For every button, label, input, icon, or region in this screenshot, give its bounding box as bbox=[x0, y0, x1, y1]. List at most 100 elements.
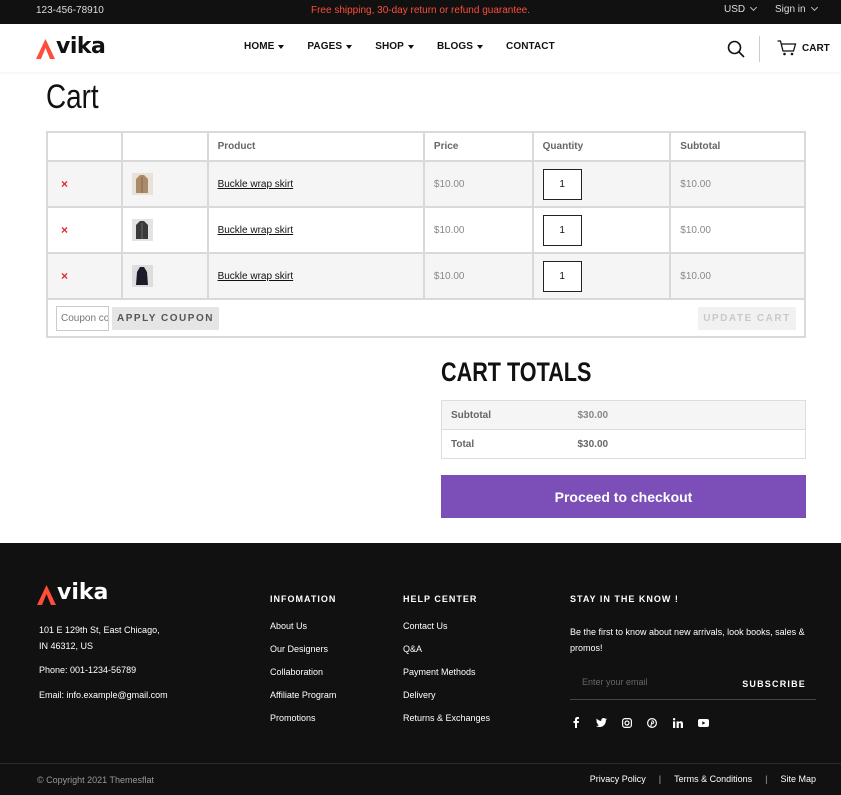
cart-link[interactable]: CART bbox=[777, 40, 830, 56]
dress-icon bbox=[136, 267, 149, 285]
product-link[interactable]: Buckle wrap skirt bbox=[218, 179, 294, 190]
footer-link-affiliate[interactable]: Affiliate Program bbox=[270, 690, 336, 713]
footer-link-delivery[interactable]: Delivery bbox=[403, 690, 490, 713]
footer-address: 101 E 129th St, East Chicago, IN 46312, … bbox=[39, 622, 179, 654]
nav-blogs[interactable]: BLOGS bbox=[437, 41, 483, 52]
quantity-input[interactable]: 1 bbox=[542, 168, 582, 200]
product-thumbnail[interactable] bbox=[131, 219, 153, 241]
nav-home[interactable]: HOME bbox=[244, 41, 285, 52]
currency-label: USD bbox=[724, 4, 746, 15]
item-price: $10.00 bbox=[422, 206, 534, 254]
footer: vika 101 E 129th St, East Chicago, IN 46… bbox=[0, 543, 841, 795]
footer-link-payment[interactable]: Payment Methods bbox=[403, 667, 490, 690]
privacy-policy-link[interactable]: Privacy Policy bbox=[590, 774, 646, 784]
table-row: × Buckle wrap skirt $10.00 1 $10.00 bbox=[46, 206, 806, 254]
nav-label: PAGES bbox=[307, 41, 343, 52]
product-thumbnail[interactable] bbox=[131, 173, 153, 195]
totals-subtotal-row: Subtotal $30.00 bbox=[441, 400, 806, 430]
pinterest-icon[interactable] bbox=[646, 716, 659, 729]
twitter-icon[interactable] bbox=[595, 716, 608, 729]
apply-coupon-button[interactable]: APPLY COUPON bbox=[112, 306, 219, 330]
col-header-price: Price bbox=[422, 131, 534, 162]
footer-link-designers[interactable]: Our Designers bbox=[270, 644, 336, 667]
product-link[interactable]: Buckle wrap skirt bbox=[218, 225, 294, 236]
item-subtotal: $10.00 bbox=[669, 206, 806, 254]
help-title: HELP CENTER bbox=[403, 594, 478, 604]
col-header-product: Product bbox=[206, 131, 425, 162]
coupon-input[interactable]: Coupon code bbox=[56, 305, 109, 331]
footer-link-promotions[interactable]: Promotions bbox=[270, 713, 336, 736]
signin-link[interactable]: Sign in bbox=[775, 3, 818, 15]
nav-shop[interactable]: SHOP bbox=[375, 41, 414, 52]
address-line: IN 46312, US bbox=[39, 641, 94, 651]
instagram-icon[interactable] bbox=[620, 716, 633, 729]
logo-mark-icon bbox=[36, 39, 55, 59]
footer-link-qa[interactable]: Q&A bbox=[403, 644, 490, 667]
top-promo: Free shipping, 30-day return or refund g… bbox=[310, 5, 531, 16]
cart-totals-title: CART TOTALS bbox=[441, 357, 592, 387]
footer-link-collaboration[interactable]: Collaboration bbox=[270, 667, 336, 690]
remove-item-button[interactable]: × bbox=[57, 223, 68, 237]
product-thumbnail[interactable] bbox=[131, 265, 153, 287]
footer-logo[interactable]: vika bbox=[37, 580, 108, 605]
subscribe-button[interactable]: SUBSCRIBE bbox=[742, 679, 806, 689]
facebook-icon[interactable] bbox=[569, 716, 582, 729]
nav-contact[interactable]: CONTACT bbox=[506, 41, 555, 52]
jacket-icon bbox=[136, 221, 149, 239]
coat-icon bbox=[136, 175, 149, 193]
col-header-quantity: Quantity bbox=[531, 131, 672, 162]
cart-totals-table: Subtotal $30.00 Total $30.00 bbox=[441, 400, 806, 459]
footer-link-contact[interactable]: Contact Us bbox=[403, 621, 490, 644]
footer-email[interactable]: Email: info.example@gmail.com bbox=[39, 690, 168, 700]
footer-link-returns[interactable]: Returns & Exchanges bbox=[403, 713, 490, 736]
linkedin-icon[interactable] bbox=[671, 716, 684, 729]
col-header-subtotal: Subtotal bbox=[669, 131, 806, 162]
header-divider bbox=[759, 36, 760, 62]
newsletter-email-field[interactable]: Enter your email SUBSCRIBE bbox=[570, 671, 816, 700]
caret-down-icon bbox=[346, 44, 353, 49]
main-header: vika HOME PAGES SHOP BLOGS CONTACT CART bbox=[0, 24, 841, 72]
footer-bottom-links: Privacy Policy | Terms & Conditions | Si… bbox=[590, 774, 816, 784]
proceed-to-checkout-button[interactable]: Proceed to checkout bbox=[441, 475, 806, 518]
top-bar: 123-456-78910 Free shipping, 30-day retu… bbox=[0, 0, 841, 24]
quantity-value: 1 bbox=[559, 178, 565, 190]
caret-down-icon bbox=[278, 44, 285, 49]
remove-item-button[interactable]: × bbox=[57, 269, 68, 283]
link-separator: | bbox=[765, 774, 768, 784]
signin-label: Sign in bbox=[775, 4, 806, 15]
total-value: $30.00 bbox=[568, 429, 806, 459]
cart-icon bbox=[777, 40, 797, 56]
table-row: × Buckle wrap skirt $10.00 1 $10.00 bbox=[46, 160, 806, 208]
quantity-input[interactable]: 1 bbox=[542, 214, 582, 246]
nav-label: HOME bbox=[244, 41, 275, 52]
footer-link-about[interactable]: About Us bbox=[270, 621, 336, 644]
footer-logo-text: vika bbox=[57, 580, 109, 605]
info-links: About Us Our Designers Collaboration Aff… bbox=[270, 621, 336, 736]
item-price: $10.00 bbox=[422, 252, 534, 300]
subtotal-label: Subtotal bbox=[441, 400, 569, 430]
col-header-thumb bbox=[120, 131, 209, 162]
product-link[interactable]: Buckle wrap skirt bbox=[218, 271, 294, 282]
site-map-link[interactable]: Site Map bbox=[780, 774, 816, 784]
remove-item-button[interactable]: × bbox=[57, 177, 68, 191]
table-row: × Buckle wrap skirt $10.00 1 $10.00 bbox=[46, 252, 806, 300]
quantity-input[interactable]: 1 bbox=[542, 260, 582, 292]
subtotal-value: $30.00 bbox=[568, 400, 806, 430]
quantity-value: 1 bbox=[559, 270, 565, 282]
footer-divider bbox=[0, 763, 841, 764]
currency-select[interactable]: USD bbox=[724, 3, 758, 15]
newsletter-title: STAY IN THE KNOW ! bbox=[570, 594, 679, 604]
search-icon[interactable] bbox=[727, 40, 745, 58]
nav-label: CONTACT bbox=[506, 41, 555, 52]
logo[interactable]: vika bbox=[36, 34, 106, 59]
caret-down-icon bbox=[477, 44, 483, 49]
youtube-icon[interactable] bbox=[697, 716, 710, 729]
update-cart-button[interactable]: UPDATE CART bbox=[698, 306, 796, 330]
terms-link[interactable]: Terms & Conditions bbox=[674, 774, 752, 784]
cart-label: CART bbox=[802, 42, 830, 54]
address-line: 101 E 129th St, East Chicago, bbox=[39, 625, 160, 635]
newsletter-text: Be the first to know about new arrivals,… bbox=[570, 627, 805, 653]
main-nav: HOME PAGES SHOP BLOGS CONTACT bbox=[244, 41, 578, 52]
quantity-value: 1 bbox=[559, 224, 565, 236]
nav-pages[interactable]: PAGES bbox=[307, 41, 353, 52]
